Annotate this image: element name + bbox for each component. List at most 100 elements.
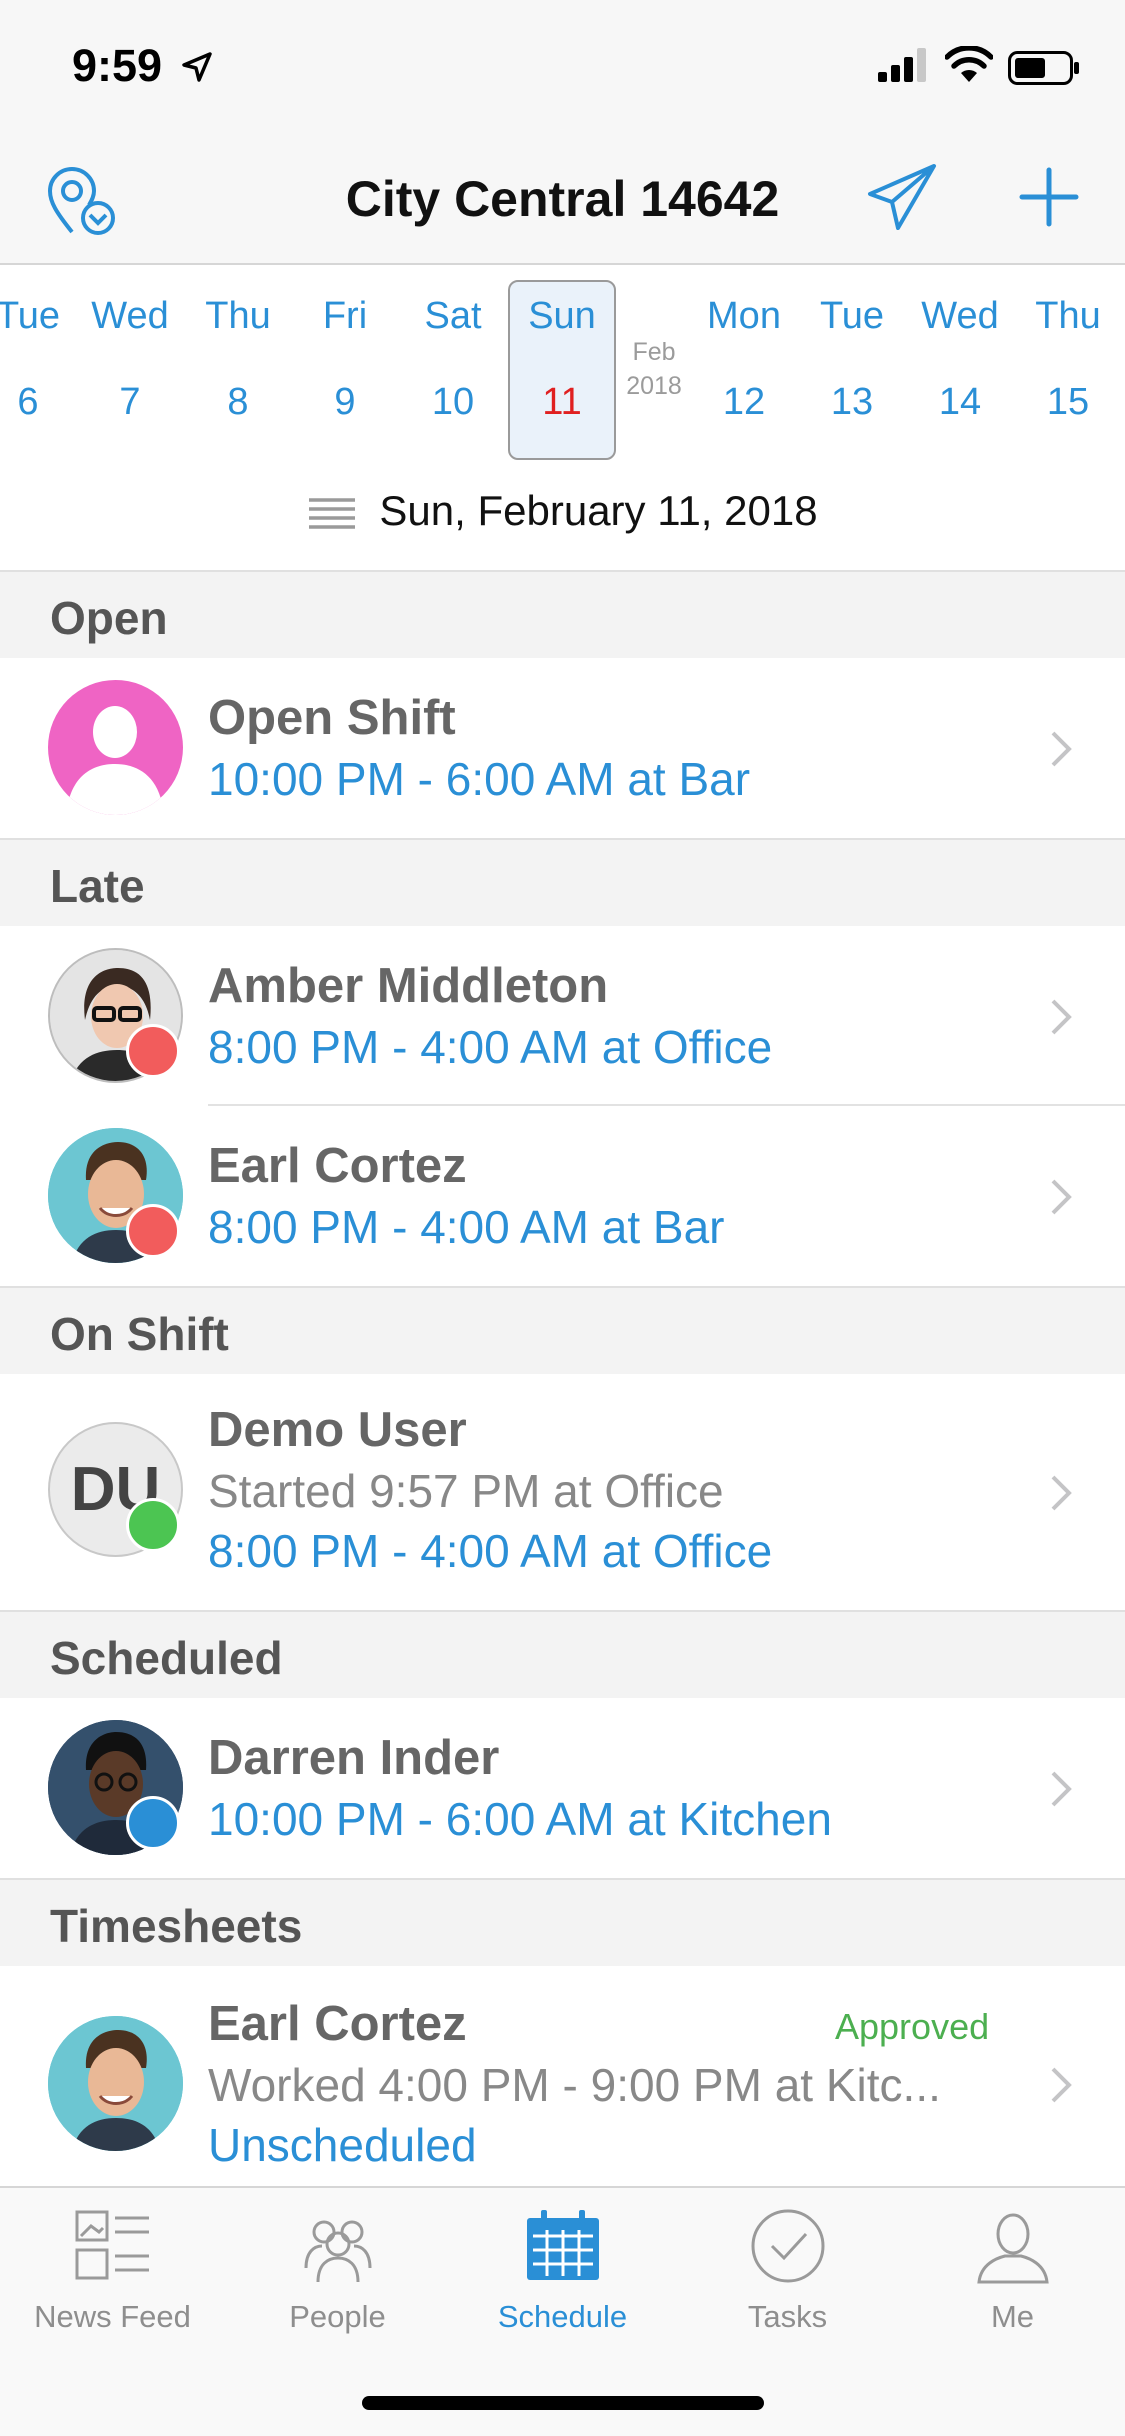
shift-employee-name: Amber Middleton bbox=[208, 959, 609, 1013]
shift-row[interactable]: DU Demo User Started 9:57 PM at Office 8… bbox=[0, 1374, 1125, 1610]
month-year-label: Feb 2018 bbox=[618, 335, 690, 403]
shift-row[interactable]: Amber Middleton 8:00 PM - 4:00 AM at Off… bbox=[0, 926, 1125, 1106]
tab-me[interactable]: Me bbox=[900, 2206, 1125, 2335]
person-silhouette-icon bbox=[66, 706, 164, 815]
chevron-right-icon bbox=[1051, 2067, 1072, 2103]
tab-people[interactable]: People bbox=[225, 2206, 450, 2335]
late-status-dot bbox=[126, 1024, 180, 1078]
calendar-day[interactable]: Wed 7 bbox=[80, 295, 180, 424]
month-label: Feb bbox=[632, 338, 676, 366]
timesheet-note: Unscheduled bbox=[208, 2119, 477, 2171]
shift-employee-name: Darren Inder bbox=[208, 1731, 500, 1785]
shift-time-location: 10:00 PM - 6:00 AM at Kitchen bbox=[208, 1793, 832, 1845]
approval-status-badge: Approved bbox=[835, 2006, 990, 2047]
tab-bar: News Feed People Schedule Tasks Me bbox=[0, 2186, 1125, 2436]
day-number: 14 bbox=[938, 381, 982, 423]
calendar-day[interactable]: Tue 13 bbox=[802, 295, 902, 424]
selected-date-label: Sun, February 11, 2018 bbox=[379, 487, 818, 534]
day-of-week: Sat bbox=[424, 295, 482, 337]
nav-bar: City Central 14642 bbox=[0, 140, 1125, 265]
day-number: 6 bbox=[17, 381, 39, 423]
week-calendar-strip: Tue 6 Wed 7 Thu 8 Fri 9 Sat 10 Sun 11 Fe… bbox=[0, 265, 1125, 565]
shift-time-location: 8:00 PM - 4:00 AM at Office bbox=[208, 1525, 773, 1577]
on-shift-status-dot bbox=[126, 1498, 180, 1552]
day-number: 15 bbox=[1046, 381, 1090, 423]
shift-employee-name: Open Shift bbox=[208, 691, 456, 745]
shift-time-location: 10:00 PM - 6:00 AM at Bar bbox=[208, 753, 751, 805]
year-label: 2018 bbox=[626, 372, 682, 400]
tab-label: Me bbox=[990, 2299, 1035, 2334]
person-icon bbox=[976, 2213, 1049, 2284]
day-of-week: Tue bbox=[0, 295, 61, 337]
calendar-day[interactable]: Wed 14 bbox=[910, 295, 1010, 424]
calendar-day[interactable]: Sat 10 bbox=[403, 295, 503, 424]
shift-time-location: 8:00 PM - 4:00 AM at Bar bbox=[208, 1201, 725, 1253]
scheduled-status-dot bbox=[126, 1796, 180, 1850]
shift-employee-name: Demo User bbox=[208, 1403, 467, 1457]
chevron-right-icon bbox=[1051, 999, 1072, 1035]
day-number: 11 bbox=[542, 381, 582, 423]
late-status-dot bbox=[126, 1204, 180, 1258]
day-number: 10 bbox=[431, 381, 475, 423]
worked-time-location: Worked 4:00 PM - 9:00 PM at Kitc... bbox=[208, 2059, 941, 2111]
check-circle-icon bbox=[751, 2209, 824, 2283]
timesheet-row[interactable]: Earl Cortez Approved Worked 4:00 PM - 9:… bbox=[0, 1966, 1125, 2202]
chevron-right-icon bbox=[1051, 731, 1072, 767]
calendar-day[interactable]: Thu 8 bbox=[188, 295, 288, 424]
tab-label: Tasks bbox=[747, 2299, 828, 2334]
day-of-week: Sun bbox=[528, 295, 596, 337]
day-of-week: Thu bbox=[205, 295, 271, 337]
day-number: 7 bbox=[119, 381, 141, 423]
wifi-icon bbox=[945, 46, 993, 82]
selected-date[interactable]: Sun, February 11, 2018 bbox=[0, 487, 1125, 535]
list-view-icon bbox=[309, 498, 356, 529]
status-time: 9:59 bbox=[72, 40, 163, 91]
shift-row[interactable]: Earl Cortez 8:00 PM - 4:00 AM at Bar bbox=[0, 1106, 1125, 1286]
day-number: 8 bbox=[227, 381, 249, 423]
schedule-list: Open Open Shift 10:00 PM - 6:00 AM at Ba… bbox=[0, 570, 1125, 2202]
section-header-late: Late bbox=[0, 838, 1125, 926]
calendar-icon bbox=[526, 2210, 599, 2280]
shift-time-location: 8:00 PM - 4:00 AM at Office bbox=[208, 1021, 773, 1073]
tab-label: News Feed bbox=[34, 2299, 191, 2334]
section-header-timesheets: Timesheets bbox=[0, 1878, 1125, 1966]
day-of-week: Wed bbox=[921, 295, 999, 337]
day-of-week: Thu bbox=[1035, 295, 1101, 337]
add-icon[interactable] bbox=[1018, 166, 1080, 228]
shift-row[interactable]: Darren Inder 10:00 PM - 6:00 AM at Kitch… bbox=[0, 1698, 1125, 1878]
section-header-scheduled: Scheduled bbox=[0, 1610, 1125, 1698]
tab-news-feed[interactable]: News Feed bbox=[0, 2206, 225, 2335]
tab-tasks[interactable]: Tasks bbox=[675, 2206, 900, 2335]
tab-label: People bbox=[289, 2299, 386, 2334]
battery-icon bbox=[1008, 51, 1079, 85]
day-of-week: Mon bbox=[707, 295, 781, 337]
tab-label: Schedule bbox=[497, 2299, 628, 2334]
calendar-day[interactable]: Mon 12 bbox=[694, 295, 794, 424]
calendar-day[interactable]: Tue 6 bbox=[0, 295, 78, 424]
home-indicator[interactable] bbox=[362, 2396, 764, 2410]
clock-in-status: Started 9:57 PM at Office bbox=[208, 1465, 724, 1517]
tab-schedule[interactable]: Schedule bbox=[450, 2206, 675, 2335]
chevron-right-icon bbox=[1051, 1179, 1072, 1215]
day-of-week: Fri bbox=[322, 295, 368, 337]
send-message-icon[interactable] bbox=[866, 162, 938, 234]
location-arrow-icon bbox=[182, 52, 212, 82]
people-icon bbox=[304, 2220, 371, 2283]
avatar bbox=[48, 2016, 183, 2151]
chevron-right-icon bbox=[1051, 1475, 1072, 1511]
shift-row[interactable]: Open Shift 10:00 PM - 6:00 AM at Bar bbox=[0, 658, 1125, 838]
cellular-signal-icon bbox=[878, 48, 926, 82]
calendar-day[interactable]: Fri 9 bbox=[295, 295, 395, 424]
day-of-week: Wed bbox=[91, 295, 169, 337]
news-feed-icon bbox=[75, 2210, 149, 2280]
day-number: 9 bbox=[334, 381, 356, 423]
chevron-right-icon bbox=[1051, 1771, 1072, 1807]
day-number: 12 bbox=[722, 381, 766, 423]
section-header-on-shift: On Shift bbox=[0, 1286, 1125, 1374]
timesheet-employee-name: Earl Cortez bbox=[208, 1997, 467, 2051]
calendar-day-selected[interactable]: Sun 11 bbox=[512, 295, 612, 424]
calendar-day[interactable]: Thu 15 bbox=[1018, 295, 1118, 424]
employee-photo bbox=[48, 2016, 183, 2151]
open-shift-avatar bbox=[48, 680, 183, 815]
day-number: 13 bbox=[830, 381, 874, 423]
